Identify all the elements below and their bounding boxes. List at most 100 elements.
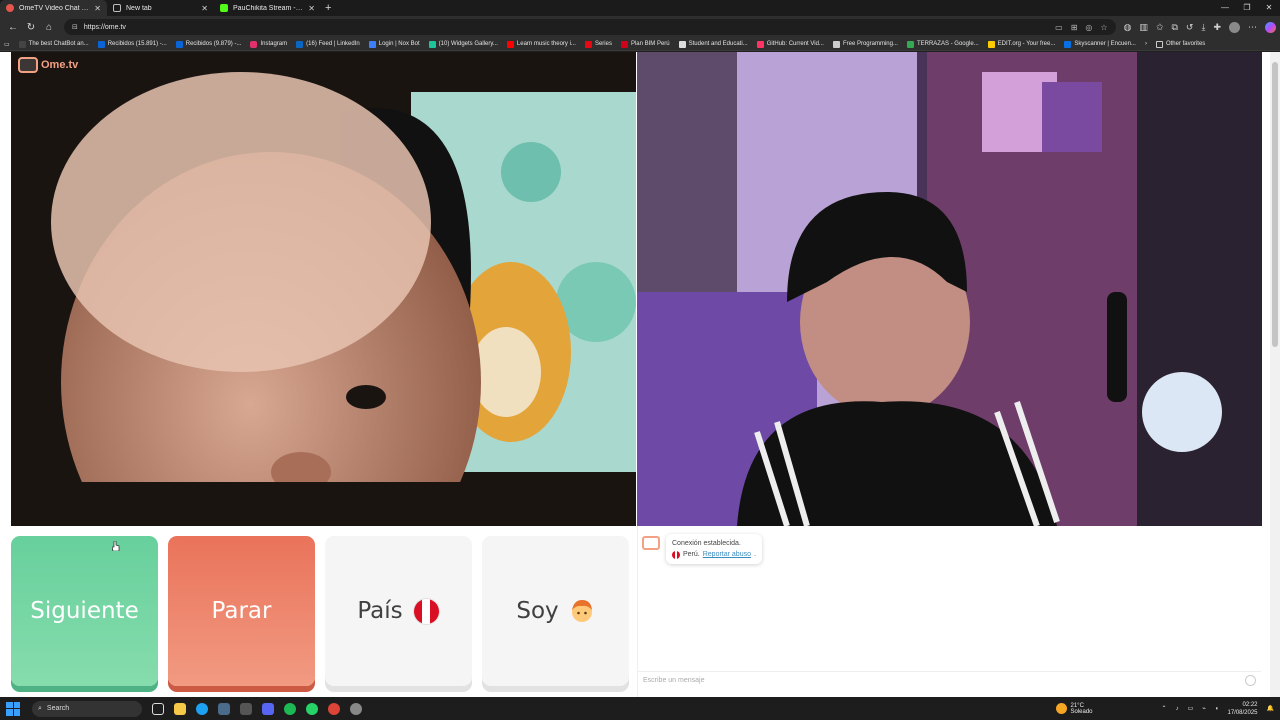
- ometv-page: Ome.tv Siguiente Parar País Soy Conexión…: [0, 52, 1280, 697]
- chat-bubble: Conexión establecida. Perú. Reportar abu…: [666, 534, 762, 564]
- bookmark-item[interactable]: Plan BIM Perú: [620, 40, 670, 48]
- bookmark-item[interactable]: EDIT.org - Your free...: [987, 40, 1055, 48]
- chrome-icon[interactable]: [328, 702, 340, 715]
- profile-avatar[interactable]: [1229, 21, 1240, 33]
- volume-icon[interactable]: ◖: [1215, 706, 1219, 712]
- bookmark-item[interactable]: Free Programming...: [832, 40, 898, 48]
- site-info-icon[interactable]: ⊟: [72, 23, 78, 31]
- split-screen-icon[interactable]: ▥: [1139, 22, 1148, 33]
- bookmark-item[interactable]: (10) Widgets Gallery...: [428, 40, 498, 48]
- windows-start-icon[interactable]: [6, 701, 20, 716]
- new-tab-button[interactable]: +: [325, 2, 331, 14]
- bookmark-label: GitHub: Current Vid...: [766, 41, 824, 47]
- display-icon[interactable]: ▭: [1188, 705, 1194, 712]
- bookmark-item[interactable]: Recibidos (15.891) -...: [97, 40, 167, 48]
- clock[interactable]: 02:22 17/08/2025: [1227, 701, 1257, 717]
- network-icon[interactable]: ⌁: [1202, 705, 1206, 712]
- tab-label: PauChikita Stream - Watch Live o: [233, 4, 303, 12]
- weather-condition: Soleado: [1070, 708, 1093, 715]
- history-icon[interactable]: ↺: [1186, 22, 1194, 33]
- microphone-icon[interactable]: ♪: [1176, 706, 1179, 712]
- page-scrollbar[interactable]: [1270, 52, 1280, 697]
- extension-icon[interactable]: ◍: [1124, 22, 1132, 33]
- ometv-favicon-icon: [6, 4, 14, 12]
- home-icon[interactable]: ⌂: [40, 22, 58, 33]
- skyscanner-icon: [1064, 40, 1072, 48]
- bookmark-item[interactable]: GitHub: Current Vid...: [756, 40, 824, 48]
- downloads-icon[interactable]: ⤓: [1201, 22, 1205, 33]
- sidebar-toggle-icon[interactable]: ▭: [4, 41, 10, 48]
- steam-icon[interactable]: [218, 702, 230, 715]
- date: 17/08/2025: [1227, 709, 1258, 716]
- bookmark-item[interactable]: The best ChatBot an...: [18, 40, 89, 48]
- bookmark-item[interactable]: Login | Nox Bot: [368, 40, 420, 48]
- close-icon[interactable]: ✕: [308, 4, 315, 13]
- notification-bell-icon[interactable]: 🔔: [1267, 705, 1274, 712]
- tracking-prevention-icon[interactable]: ◎: [1085, 23, 1092, 32]
- bookmark-item[interactable]: TERRAZAS - Google...: [906, 40, 979, 48]
- tab-new-tab[interactable]: New tab ✕: [107, 0, 214, 16]
- time: 02:22: [1242, 701, 1258, 708]
- favorites-icon[interactable]: ✩: [1156, 22, 1164, 33]
- back-arrow-icon[interactable]: ←: [4, 22, 22, 33]
- ometv-logo[interactable]: Ome.tv: [18, 57, 78, 73]
- chevron-up-icon[interactable]: ⌃: [1162, 705, 1167, 712]
- country-selector[interactable]: País: [325, 536, 472, 686]
- next-button[interactable]: Siguiente: [11, 536, 158, 686]
- bookmark-item[interactable]: Learn music theory i...: [506, 40, 576, 48]
- task-view-icon[interactable]: [152, 702, 164, 715]
- student-icon: [678, 40, 686, 48]
- bookmark-item[interactable]: Instagram: [250, 40, 287, 48]
- edge-icon[interactable]: [196, 702, 208, 715]
- minimize-icon[interactable]: —: [1214, 0, 1236, 16]
- search-icon: ⌕: [38, 704, 42, 712]
- bookmark-item[interactable]: Skyscanner | Encuen...: [1064, 40, 1136, 48]
- outlook-icon: [97, 40, 105, 48]
- bookmark-favicon-icon: [18, 40, 26, 48]
- close-icon[interactable]: ✕: [94, 4, 101, 13]
- scrollbar-thumb[interactable]: [1272, 62, 1278, 347]
- file-explorer-icon[interactable]: [174, 702, 186, 715]
- other-favorites[interactable]: Other favorites: [1155, 40, 1205, 48]
- stop-button-label: Parar: [211, 598, 272, 624]
- taskbar: ⌕ Search 21°C Soleado ⌃ ♪ ▭ ⌁ ◖ 02:22 17…: [0, 697, 1280, 720]
- favorite-star-icon[interactable]: ☆: [1100, 23, 1107, 32]
- gender-selector[interactable]: Soy: [482, 536, 629, 686]
- close-icon[interactable]: ✕: [201, 4, 208, 13]
- restore-icon[interactable]: ❐: [1236, 0, 1258, 16]
- search-placeholder: Search: [46, 705, 70, 712]
- more-menu-icon[interactable]: ⋯: [1248, 22, 1257, 33]
- chevron-right-icon[interactable]: ›: [1145, 41, 1147, 47]
- bookmark-label: TERRAZAS - Google...: [916, 41, 979, 47]
- bookmark-item[interactable]: (16) Feed | LinkedIn: [296, 40, 360, 48]
- tab-ometv[interactable]: OmeTV Video Chat — Ome.tv ✕: [0, 0, 107, 16]
- bookmark-label: Skyscanner | Encuen...: [1074, 41, 1136, 47]
- bookmark-item[interactable]: Series: [584, 40, 612, 48]
- programming-icon: [832, 40, 840, 48]
- close-window-icon[interactable]: ✕: [1258, 0, 1280, 16]
- emoji-icon[interactable]: [1245, 675, 1256, 686]
- bookmark-item[interactable]: Student and Educati...: [678, 40, 748, 48]
- app-available-icon[interactable]: ⊞: [1071, 23, 1078, 32]
- reload-icon[interactable]: ↻: [22, 22, 40, 33]
- stop-button[interactable]: Parar: [168, 536, 315, 686]
- bookmark-item[interactable]: Recibidos (9.879) -...: [175, 40, 241, 48]
- message-input[interactable]: Escribe un mensaje: [638, 671, 1261, 689]
- taskbar-search[interactable]: ⌕ Search: [32, 700, 142, 717]
- connection-status: Conexión establecida.: [672, 540, 741, 547]
- collections-icon[interactable]: ⧉: [1171, 22, 1177, 33]
- url-input[interactable]: ⊟ https://ome.tv ▭ ⊞ ◎ ☆: [64, 19, 1116, 35]
- report-abuse-link[interactable]: Reportar abuso: [703, 549, 751, 560]
- spotify-icon[interactable]: [284, 702, 296, 715]
- camera-permission-icon[interactable]: ▭: [1055, 23, 1063, 32]
- puzzle-icon[interactable]: ✚: [1213, 22, 1221, 33]
- settings-gear-icon[interactable]: [350, 702, 362, 715]
- weather-widget[interactable]: 21°C Soleado: [1055, 703, 1093, 715]
- discord-icon[interactable]: [262, 702, 274, 715]
- copilot-icon[interactable]: [1265, 21, 1276, 33]
- whatsapp-icon[interactable]: [306, 702, 318, 715]
- tab-kick-stream[interactable]: PauChikita Stream - Watch Live o ✕: [214, 0, 321, 16]
- pinned-apps: [152, 702, 362, 715]
- epic-icon[interactable]: [240, 702, 252, 715]
- folder-icon: [1155, 40, 1163, 48]
